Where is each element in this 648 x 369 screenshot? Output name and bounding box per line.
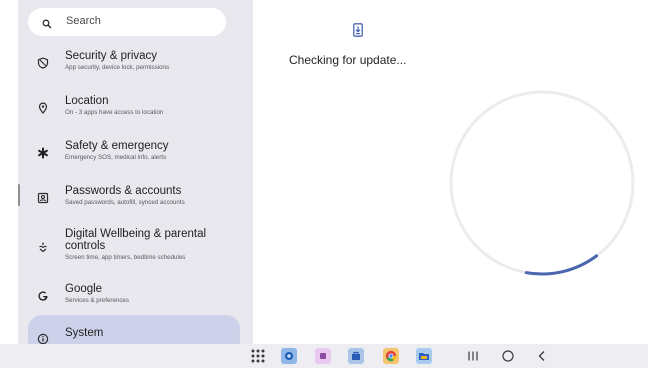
settings-item-subtitle: Emergency SOS, medical info, alerts: [65, 154, 167, 161]
settings-item-google[interactable]: Google Services & preferences: [28, 281, 240, 311]
settings-item-title: Security & privacy: [65, 50, 158, 62]
camera-app-icon[interactable]: [281, 348, 297, 364]
system-update-icon: [353, 23, 363, 42]
settings-item-subtitle: Saved passwords, autofill, synced accoun…: [65, 199, 185, 206]
location-pin-icon: [36, 101, 50, 115]
pane-resize-handle[interactable]: [18, 184, 20, 206]
account-box-icon: [36, 191, 50, 205]
settings-item-title: Google: [65, 283, 103, 295]
settings-item-passwords-accounts[interactable]: Passwords & accounts Saved passwords, au…: [28, 183, 240, 213]
settings-item-title-line2: controls: [65, 240, 106, 252]
taskbar: [0, 344, 648, 368]
settings-item-safety-emergency[interactable]: Safety & emergency Emergency SOS, medica…: [28, 138, 240, 168]
settings-item-title: Safety & emergency: [65, 140, 169, 152]
settings-item-security-privacy[interactable]: Security & privacy App security, device …: [28, 48, 240, 78]
settings-item-digital-wellbeing[interactable]: Digital Wellbeing & parental controls Sc…: [28, 226, 240, 266]
asterisk-icon: [36, 146, 50, 160]
back-icon[interactable]: [534, 348, 550, 364]
google-g-icon: [36, 289, 50, 303]
update-status-text: Checking for update...: [289, 53, 407, 67]
progress-arc: [524, 254, 599, 276]
settings-item-subtitle: Screen time, app timers, bedtime schedul…: [65, 254, 186, 261]
settings-item-subtitle: Services & preferences: [65, 297, 129, 304]
settings-item-title: System: [65, 327, 104, 339]
chrome-app-icon[interactable]: [383, 348, 399, 364]
update-progress-ring: [449, 90, 635, 276]
recents-icon[interactable]: [465, 348, 481, 364]
settings-item-location[interactable]: Location On - 3 apps have access to loca…: [28, 93, 240, 123]
settings-item-title: Location: [65, 95, 109, 107]
notes-app-icon[interactable]: [315, 348, 331, 364]
home-icon[interactable]: [500, 348, 516, 364]
settings-item-title: Passwords & accounts: [65, 185, 182, 197]
settings-item-subtitle: App security, device lock, permissions: [65, 64, 170, 71]
store-app-icon[interactable]: [348, 348, 364, 364]
info-icon: [36, 332, 50, 344]
search-icon: [42, 16, 52, 34]
app-drawer-icon[interactable]: [250, 348, 266, 364]
wellbeing-icon: [36, 240, 50, 254]
shield-icon: [36, 56, 50, 70]
search-bar[interactable]: Search: [28, 8, 226, 36]
files-app-icon[interactable]: [416, 348, 432, 364]
search-placeholder: Search: [66, 15, 101, 27]
settings-item-subtitle: On - 3 apps have access to location: [65, 109, 164, 116]
settings-list-pane: Search Security & privacy App security, …: [18, 0, 253, 344]
settings-item-system[interactable]: System: [28, 315, 240, 344]
